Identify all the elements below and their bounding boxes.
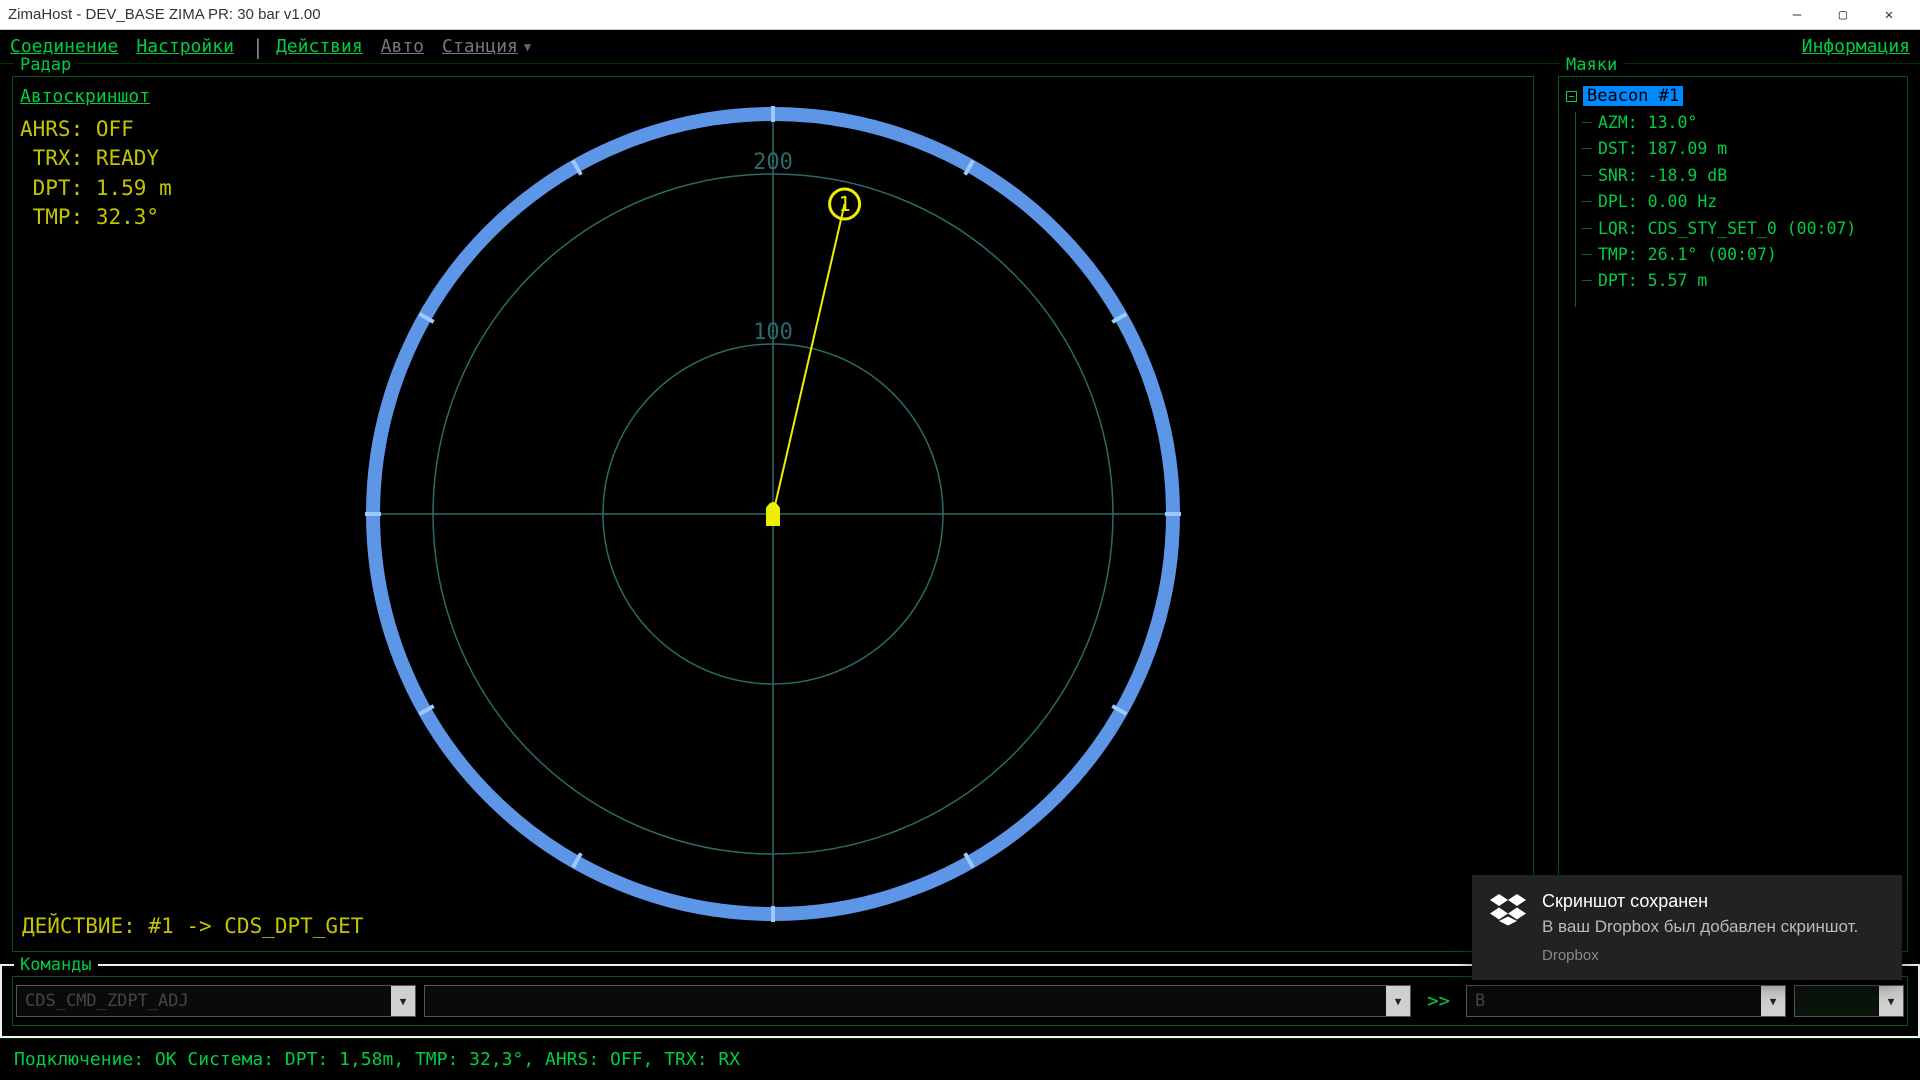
radar-panel: Радар Автоскриншот AHRS: OFF TRX: READY …: [2, 66, 1544, 962]
target-select[interactable]: B ▼: [1466, 985, 1786, 1017]
menubar: Соединение Настройки | Действия Авто Ста…: [0, 30, 1920, 64]
notification-toast[interactable]: Скриншот сохранен В ваш Dropbox был доба…: [1472, 875, 1902, 980]
statusbar: Подключение: ОК Система: DPT: 1,58m, TMP…: [0, 1038, 1920, 1080]
chevron-down-icon: ▼: [524, 40, 531, 54]
menu-separator: |: [252, 35, 264, 59]
menu-auto[interactable]: Авто: [381, 36, 424, 57]
beacon-attr-lqr: LQR: CDS_STY_SET_0 (00:07): [1582, 216, 1900, 242]
window-title: ZimaHost - DEV_BASE ZIMA PR: 30 bar v1.0…: [8, 6, 1774, 23]
tree-collapse-icon[interactable]: [1566, 91, 1577, 102]
minimize-button[interactable]: —: [1774, 0, 1820, 30]
svg-text:100: 100: [753, 320, 793, 345]
menu-station[interactable]: Станция: [442, 36, 518, 57]
toast-title: Скриншот сохранен: [1542, 891, 1858, 912]
commands-panel-label: Команды: [14, 955, 98, 975]
menu-connection[interactable]: Соединение: [10, 36, 118, 57]
beacon-name: Beacon #1: [1583, 86, 1683, 106]
beacon-attr-azm: AZM: 13.0°: [1582, 110, 1900, 136]
menu-info[interactable]: Информация: [1802, 36, 1910, 57]
beacon-tree-node[interactable]: Beacon #1: [1566, 86, 1900, 106]
radar-display: 100 200 1: [363, 104, 1183, 924]
beacon-marker-label: 1: [839, 192, 851, 216]
radar-panel-label: Радар: [14, 55, 77, 75]
close-button[interactable]: ✕: [1866, 0, 1912, 30]
command-select[interactable]: CDS_CMD_ZDPT_ADJ ▼: [16, 985, 416, 1017]
menu-actions[interactable]: Действия: [276, 36, 363, 57]
beacon-attr-tmp: TMP: 26.1° (00:07): [1582, 242, 1900, 268]
command-arg-input[interactable]: ▼: [424, 985, 1411, 1017]
beacons-panel-label: Маяки: [1560, 55, 1623, 75]
status-text: Подключение: ОК Система: DPT: 1,58m, TMP…: [14, 1049, 740, 1070]
beacon-attr-dpl: DPL: 0.00 Hz: [1582, 189, 1900, 215]
chevron-down-icon[interactable]: ▼: [391, 986, 415, 1016]
dropbox-icon: [1490, 891, 1526, 964]
chevron-down-icon[interactable]: ▼: [1761, 986, 1785, 1016]
beacon-attr-dpt: DPT: 5.57 m: [1582, 268, 1900, 294]
window-titlebar: ZimaHost - DEV_BASE ZIMA PR: 30 bar v1.0…: [0, 0, 1920, 30]
beacon-attr-dst: DST: 187.09 m: [1582, 136, 1900, 162]
menu-settings[interactable]: Настройки: [136, 36, 234, 57]
maximize-button[interactable]: ▢: [1820, 0, 1866, 30]
beacons-panel: Маяки Beacon #1 AZM: 13.0° DST: 187.09 m…: [1548, 66, 1918, 962]
extra-select[interactable]: ▼: [1794, 985, 1904, 1017]
autoscreenshot-link[interactable]: Автоскриншот: [20, 86, 150, 107]
toast-app: Dropbox: [1542, 947, 1858, 964]
beacon-attr-snr: SNR: -18.9 dB: [1582, 163, 1900, 189]
send-command-button[interactable]: >>: [1419, 990, 1458, 1012]
toast-body: В ваш Dropbox был добавлен скриншот.: [1542, 916, 1858, 939]
chevron-down-icon[interactable]: ▼: [1879, 986, 1903, 1016]
radar-action-line: ДЕЙСТВИЕ: #1 -> CDS_DPT_GET: [22, 914, 363, 938]
svg-text:200: 200: [753, 150, 793, 175]
chevron-down-icon[interactable]: ▼: [1386, 986, 1410, 1016]
